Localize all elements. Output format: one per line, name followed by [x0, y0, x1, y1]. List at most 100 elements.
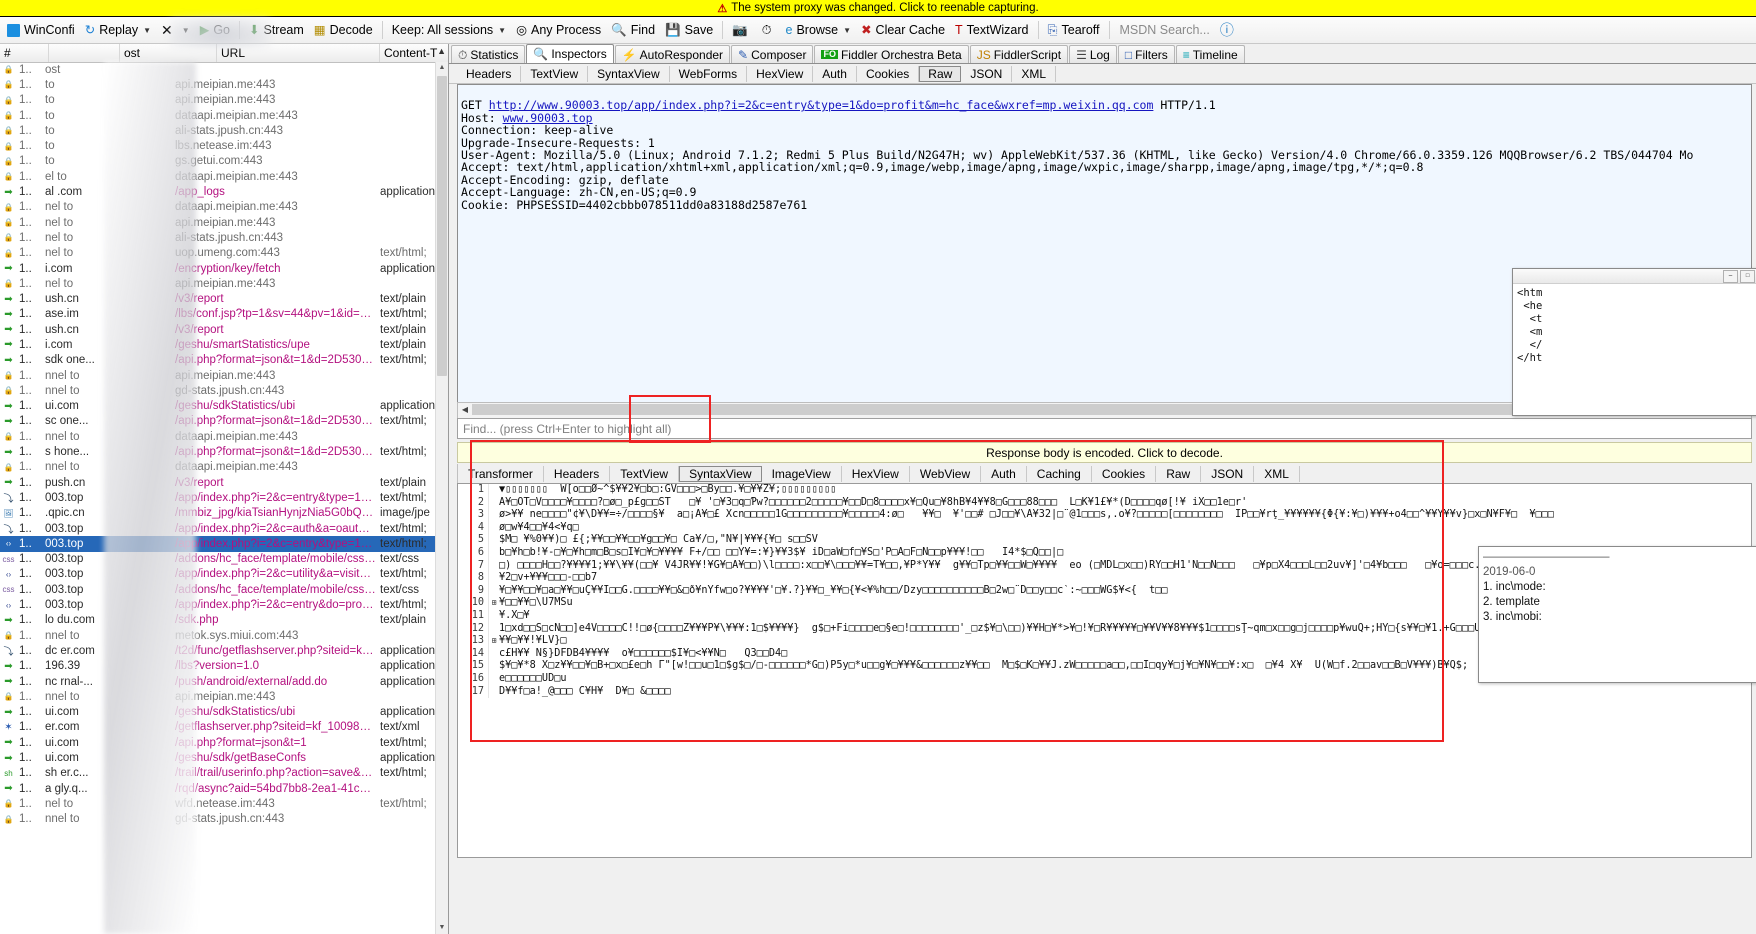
session-row[interactable]: ➡ 1.. sc one... /api.php?format=json&t=1&d=…: [0, 414, 436, 429]
session-row[interactable]: 🔒 1.. nel to uop.umeng.com:443 text/html;: [0, 246, 436, 261]
session-row[interactable]: ➡ 1.. i.com/geshu/smartStatistics/upe text/…: [0, 337, 436, 352]
scroll-up-icon[interactable]: ▲: [436, 62, 448, 74]
request-tab-xml[interactable]: XML: [1012, 65, 1057, 82]
request-tab-hexview[interactable]: HexView: [747, 65, 814, 82]
session-row[interactable]: ➡ 1.. ush.cn/v3/report text/plain: [0, 322, 436, 337]
response-tab-raw[interactable]: Raw: [1156, 465, 1202, 482]
request-tab-webforms[interactable]: WebForms: [670, 65, 748, 82]
textwizard-button[interactable]: T TextWizard: [950, 17, 1033, 43]
response-tab-webview[interactable]: WebView: [910, 465, 982, 482]
sessions-list[interactable]: # ost URL Content-T ▲ 🔒 1.. ost 🔒 1.. to api.m…: [0, 44, 449, 934]
response-tab-headers[interactable]: Headers: [544, 465, 611, 482]
response-tab-auth[interactable]: Auth: [981, 465, 1027, 482]
session-row[interactable]: 🔒 1.. nel to dataapi.meipian.me:443: [0, 200, 436, 215]
request-tab-raw[interactable]: Raw: [919, 65, 962, 82]
tearoff-button[interactable]: ⎘ Tearoff: [1043, 17, 1105, 43]
winconfig-button[interactable]: WinConfi: [2, 17, 80, 43]
session-row[interactable]: ➡ 1.. ui.com/geshu/sdk/getBaseConfs applica…: [0, 750, 436, 765]
response-tab-textview[interactable]: TextView: [610, 465, 680, 482]
session-row[interactable]: 🔒 1.. to lbs.netease.im:443: [0, 138, 436, 153]
save-button[interactable]: 💾 Save: [660, 17, 718, 43]
session-row[interactable]: 🔒 1.. el to dataapi.meipian.me:443: [0, 169, 436, 184]
sessions-vertical-scrollbar[interactable]: ▲ ▼: [435, 62, 448, 934]
keep-sessions-dropdown[interactable]: Keep: All sessions ▼: [387, 17, 511, 43]
tab-inspectors[interactable]: 🔍 Inspectors: [526, 44, 614, 63]
session-row[interactable]: 🔒 1.. ost: [0, 62, 436, 77]
scroll-down-icon[interactable]: ▼: [436, 922, 448, 934]
response-tab-syntaxview[interactable]: SyntaxView: [679, 465, 762, 482]
remove-button[interactable]: ✕ ▼: [156, 17, 195, 43]
session-row[interactable]: ✶ 1.. er.com/getflashserver.php?siteid=kf_…: [0, 720, 436, 735]
fold-toggle-icon[interactable]: ⊞: [489, 597, 499, 610]
msdn-search-input[interactable]: MSDN Search...: [1114, 17, 1215, 43]
session-row[interactable]: css 1.. 003.top/addons/hc_face/template/mo…: [0, 552, 436, 567]
request-tab-textview[interactable]: TextView: [521, 65, 589, 82]
request-tab-strip[interactable]: Headers TextView SyntaxView WebForms HexView…: [449, 64, 1756, 84]
session-row[interactable]: ➡ 1.. ui.com/api.php?format=json&t=1 text/h…: [0, 735, 436, 750]
session-row[interactable]: 🔒 1.. nel to api.meipian.me:443: [0, 276, 436, 291]
response-tab-strip[interactable]: Transformer Headers TextView SyntaxView Imag…: [457, 464, 1752, 483]
session-row[interactable]: ➡ 1.. ui.com/geshu/sdkStatistics/ubi applic…: [0, 399, 436, 414]
session-row[interactable]: ➡ 1.. sdk one... /api.php?format=json&t=1&d…: [0, 353, 436, 368]
column-header-url[interactable]: URL: [217, 44, 380, 62]
session-row[interactable]: 🔒 1.. to ali-stats.jpush.cn:443: [0, 123, 436, 138]
any-process-button[interactable]: ◎ Any Process: [511, 17, 606, 43]
response-tab-imageview[interactable]: ImageView: [762, 465, 842, 482]
scroll-left-icon[interactable]: ◀: [459, 404, 471, 415]
request-tab-syntaxview[interactable]: SyntaxView: [588, 65, 670, 82]
timer-button[interactable]: ⏱: [757, 17, 781, 43]
session-row[interactable]: 🔒 1.. to api.meipian.me:443: [0, 77, 436, 92]
session-row[interactable]: ⤵ 1.. dc er.com/t2d/func/getflashserver.ph…: [0, 643, 436, 659]
log-panel-popup[interactable]: ——————————— 2019-06-0 1. inc\mode: 2. templ…: [1478, 546, 1756, 683]
session-row[interactable]: 🔒 1.. to gs.getui.com:443: [0, 154, 436, 169]
popup-maximize-button[interactable]: ☐: [1740, 269, 1755, 283]
session-row[interactable]: 🔒 1.. nnel to dataapi.meipian.me:443: [0, 460, 436, 475]
session-row[interactable]: 🔒 1.. nnel to api.meipian.me:443: [0, 368, 436, 383]
column-header-host[interactable]: ost: [120, 44, 217, 62]
session-row[interactable]: ‹› 1.. 003.top/app/index.php?i=2&c=utility…: [0, 567, 436, 582]
response-tab-cookies[interactable]: Cookies: [1092, 465, 1157, 482]
column-header-result[interactable]: [49, 44, 120, 62]
request-tab-json[interactable]: JSON: [961, 65, 1013, 82]
session-row[interactable]: 🔒 1.. nel to wfd.netease.im:443 text/html;: [0, 796, 436, 811]
session-row[interactable]: css 1.. 003.top/addons/hc_face/template/mo…: [0, 582, 436, 597]
fold-toggle-icon[interactable]: ⊞: [489, 635, 499, 648]
stream-button[interactable]: ⬇ Stream: [244, 17, 309, 43]
screenshot-button[interactable]: 📷: [727, 17, 757, 43]
session-row[interactable]: 🔒 1.. nel to api.meipian.me:443: [0, 215, 436, 230]
session-row[interactable]: ⤵ 1.. 003.top/app/index.php?i=2&c=auth&a=o…: [0, 521, 436, 537]
tab-composer[interactable]: ✎ Composer: [731, 45, 814, 63]
session-row[interactable]: ➡ 1.. ase.im/lbs/conf.jsp?tp=1&sv=44&pv=1&…: [0, 307, 436, 322]
column-header-num[interactable]: #: [0, 44, 49, 62]
scrollbar-thumb[interactable]: [437, 76, 447, 376]
go-button[interactable]: ▶ Go: [195, 17, 235, 43]
popup-titlebar[interactable]: ⎯ ☐: [1513, 269, 1756, 284]
decode-response-bar[interactable]: Response body is encoded. Click to decod…: [457, 442, 1752, 463]
session-row[interactable]: ➡ 1.. nc rnal-... /push/android/external/ad…: [0, 674, 436, 689]
tab-fiddler-orchestra-beta[interactable]: FO Fiddler Orchestra Beta: [814, 45, 969, 63]
tab-filters[interactable]: □ Filters: [1117, 45, 1175, 63]
session-row[interactable]: ‹› 1.. 003.top/app/index.php?i=2&c=entry&t…: [0, 536, 436, 552]
session-row[interactable]: ➡ 1.. a gly.q... /rqd/async?aid=54bd7bb8-2e…: [0, 781, 436, 796]
response-tab-json[interactable]: JSON: [1201, 465, 1255, 482]
session-row[interactable]: ➡ 1.. 196.39/lbs?version=1.0 application: [0, 659, 436, 674]
capture-warning-bar[interactable]: ⚠ The system proxy was changed. Click to…: [0, 0, 1756, 17]
browse-button[interactable]: e Browse ▼: [781, 17, 857, 43]
session-row[interactable]: ‹› 1.. 003.top/app/index.php?i=2&c=entry&d…: [0, 597, 436, 612]
session-row[interactable]: 🔒 1.. nel to ali-stats.jpush.cn:443: [0, 230, 436, 245]
response-tab-caching[interactable]: Caching: [1027, 465, 1092, 482]
request-tab-auth[interactable]: Auth: [813, 65, 857, 82]
session-row[interactable]: ➡ 1.. al .com/app_logs application: [0, 184, 436, 199]
session-row[interactable]: 🔒 1.. nnel to gd-stats.jpush.cn:443: [0, 383, 436, 398]
replay-button[interactable]: ↻ Replay ▼: [80, 17, 156, 43]
session-row[interactable]: ➡ 1.. ush.cn/v3/report text/plain: [0, 291, 436, 306]
session-row[interactable]: ➡ 1.. s hone... /api.php?format=json&t=1&d=…: [0, 444, 436, 459]
request-tab-headers[interactable]: Headers: [457, 65, 522, 82]
request-find-input[interactable]: Find... (press Ctrl+Enter to highlight a…: [457, 418, 1752, 439]
session-row[interactable]: 🔒 1.. nnel to gd-stats.jpush.cn:443: [0, 812, 436, 827]
session-row[interactable]: 🔒 1.. nnel to metok.sys.miui.com:443: [0, 628, 436, 643]
session-row[interactable]: ➡ 1.. push.cn/v3/report text/plain: [0, 475, 436, 490]
session-row[interactable]: ➡ 1.. i.com/encryption/key/fetch applicatio…: [0, 261, 436, 276]
tab-fiddlerscript[interactable]: JS FiddlerScript: [969, 45, 1069, 63]
session-row[interactable]: 🔒 1.. nnel to dataapi.meipian.me:443: [0, 429, 436, 444]
